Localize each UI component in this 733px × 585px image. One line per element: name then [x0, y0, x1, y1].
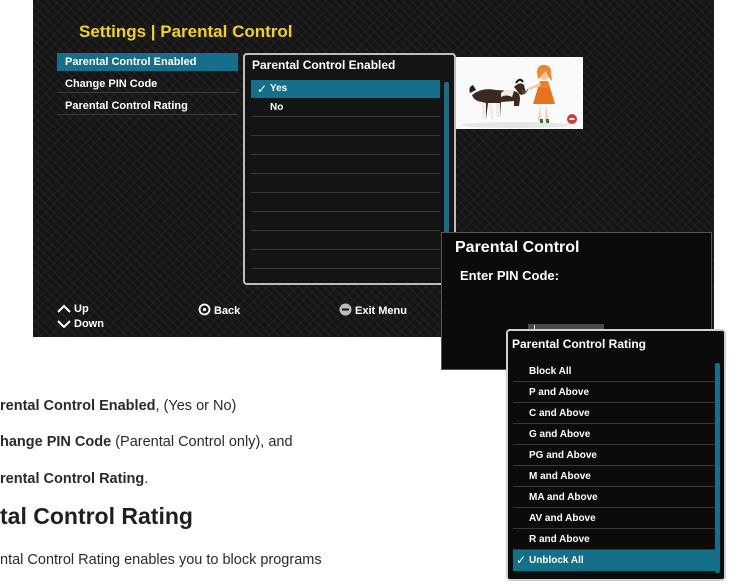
check-icon: ✓	[516, 553, 527, 567]
option-empty-row	[251, 232, 440, 250]
rating-item-label: AV and Above	[529, 513, 596, 524]
pin-dialog-label: Enter PIN Code:	[460, 268, 559, 283]
rating-item-label: Block All	[529, 366, 572, 377]
doc-line-enabled-bold: rental Control Enabled	[0, 398, 156, 414]
doc-line-pin-bold: hange PIN Code	[0, 434, 112, 450]
rating-dialog: Parental Control Rating Block All P and …	[506, 329, 726, 581]
rating-item-ma[interactable]: MA and Above	[513, 487, 716, 508]
doc-paragraph: ntal Control Rating enables you to block…	[0, 552, 322, 568]
exit-icon	[339, 303, 352, 316]
rating-item-c[interactable]: C and Above	[513, 403, 716, 424]
rating-item-av[interactable]: AV and Above	[513, 508, 716, 529]
rating-dialog-title: Parental Control Rating	[512, 337, 647, 351]
option-empty-row	[251, 118, 440, 136]
girl-with-pony-illustration	[456, 57, 583, 129]
hint-down: Down	[57, 318, 104, 330]
rating-item-label: M and Above	[529, 471, 591, 482]
doc-line-rating: rental Control Rating.	[0, 471, 148, 487]
check-icon: ✓	[257, 82, 268, 96]
rating-scrollbar[interactable]	[715, 363, 720, 573]
hint-back: Back	[198, 303, 240, 317]
option-label: No	[270, 102, 284, 113]
rating-item-g[interactable]: G and Above	[513, 424, 716, 445]
hint-exit-label: Exit Menu	[355, 305, 407, 317]
rating-item-label: PG and Above	[529, 450, 597, 461]
rating-item-label: Unblock All	[529, 555, 584, 566]
doc-heading: tal Control Rating	[0, 503, 193, 529]
rating-item-unblock-all[interactable]: ✓ Unblock All	[513, 550, 716, 571]
menu-item-parental-control-rating[interactable]: Parental Control Rating	[57, 97, 238, 115]
doc-line-pin-rest: (Parental Control only), and	[111, 434, 293, 450]
rating-item-p[interactable]: P and Above	[513, 382, 716, 403]
rating-item-pg[interactable]: PG and Above	[513, 445, 716, 466]
chevron-down-icon	[57, 320, 71, 329]
option-yes[interactable]: ✓ Yes	[251, 80, 440, 98]
option-label: Yes	[270, 83, 288, 94]
back-icon	[198, 303, 211, 316]
option-empty-row	[251, 213, 440, 231]
option-no[interactable]: No	[251, 99, 440, 117]
hint-down-label: Down	[74, 318, 104, 330]
options-panel-title: Parental Control Enabled	[252, 58, 396, 72]
chevron-up-icon	[57, 304, 71, 313]
menu-item-parental-control-enabled[interactable]: Parental Control Enabled	[57, 53, 238, 71]
doc-line-rating-rest: .	[144, 471, 149, 487]
option-empty-row	[251, 156, 440, 174]
option-empty-row	[251, 137, 440, 155]
rating-item-label: MA and Above	[529, 492, 598, 503]
hint-back-label: Back	[214, 305, 241, 317]
rating-item-label: G and Above	[529, 429, 591, 440]
option-empty-row	[251, 175, 440, 193]
doc-line-rating-bold: rental Control Rating	[0, 471, 145, 487]
menu-item-change-pin-code[interactable]: Change PIN Code	[57, 75, 238, 93]
pin-dialog-title: Parental Control	[455, 239, 580, 256]
rating-item-m[interactable]: M and Above	[513, 466, 716, 487]
option-empty-row	[251, 251, 440, 269]
screen-title: Settings | Parental Control	[79, 22, 293, 41]
options-panel: Parental Control Enabled ✓ Yes No	[243, 53, 456, 285]
option-empty-row	[251, 194, 440, 212]
rating-item-block-all[interactable]: Block All	[513, 361, 716, 382]
doc-line-pin: hange PIN Code (Parental Control only), …	[0, 434, 293, 450]
rating-item-r[interactable]: R and Above	[513, 529, 716, 550]
preview-image	[456, 57, 583, 129]
rating-item-label: C and Above	[529, 408, 590, 419]
hint-up-label: Up	[74, 303, 89, 315]
doc-line-enabled-rest: , (Yes or No)	[155, 398, 237, 414]
rating-item-label: R and Above	[529, 534, 590, 545]
hint-up: Up	[57, 303, 89, 315]
doc-line-enabled: rental Control Enabled, (Yes or No)	[0, 398, 236, 414]
hint-exit: Exit Menu	[339, 303, 407, 317]
rating-item-label: P and Above	[529, 387, 590, 398]
